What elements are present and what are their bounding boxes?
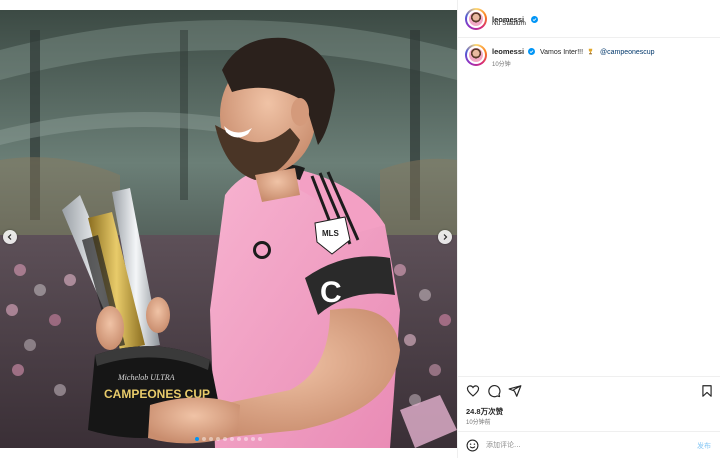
author-avatar[interactable] <box>465 8 487 30</box>
caption-mention-link[interactable]: @campeonescup <box>600 49 655 56</box>
caption-time: 10分钟 <box>492 62 511 68</box>
carousel-indicators <box>0 437 457 441</box>
comment-bar: 发布 <box>458 431 720 458</box>
carousel-dot <box>209 437 213 441</box>
trophy-emoji-icon <box>588 48 593 55</box>
carousel-dot <box>216 437 220 441</box>
like-button[interactable] <box>466 384 480 398</box>
comment-button[interactable] <box>487 384 501 398</box>
carousel-dot <box>237 437 241 441</box>
emoji-button[interactable] <box>466 439 479 452</box>
post-photo: MLS C Michelob ULTRA CAMPEONES CUP <box>0 10 457 448</box>
chevron-left-icon <box>7 234 12 240</box>
carousel-dot <box>195 437 199 441</box>
sleeve-badge-text: MLS <box>322 229 340 238</box>
carousel-dot <box>202 437 206 441</box>
chevron-right-icon <box>443 234 448 240</box>
comment-icon <box>488 385 501 398</box>
verified-badge-icon <box>530 16 538 23</box>
carousel-dot <box>258 437 262 441</box>
caption-avatar[interactable] <box>465 44 487 66</box>
post-header: leomessi Nu Stadium <box>458 0 720 38</box>
send-icon <box>508 385 522 397</box>
trophy-line-1: Michelob ULTRA <box>117 373 175 382</box>
post-comment-button[interactable]: 发布 <box>697 441 711 451</box>
likes-count[interactable]: 24.8万次赞 <box>466 406 503 417</box>
bookmark-icon <box>702 385 712 397</box>
previous-media-button[interactable] <box>3 230 17 244</box>
save-button[interactable] <box>700 384 714 398</box>
carousel-dot <box>230 437 234 441</box>
caption-text: Vamos Inter!!! <box>540 49 584 56</box>
bottom-margin <box>0 448 457 458</box>
post-timestamp: 10分钟前 <box>466 420 491 426</box>
verified-badge-icon <box>528 48 536 55</box>
carousel-dot <box>244 437 248 441</box>
post-side-panel: leomessi Nu Stadium leomessi Vamos Inter… <box>457 0 720 458</box>
heart-icon <box>466 385 480 397</box>
comment-input[interactable] <box>486 438 686 452</box>
caption-username[interactable]: leomessi <box>492 47 524 56</box>
smiley-icon <box>466 439 479 452</box>
post-location[interactable]: Nu Stadium <box>492 20 526 27</box>
share-button[interactable] <box>508 384 522 398</box>
post-media[interactable]: MLS C Michelob ULTRA CAMPEONES CUP <box>0 10 457 448</box>
carousel-dot <box>223 437 227 441</box>
next-media-button[interactable] <box>438 230 452 244</box>
armband-letter: C <box>320 276 342 309</box>
carousel-dot <box>251 437 255 441</box>
